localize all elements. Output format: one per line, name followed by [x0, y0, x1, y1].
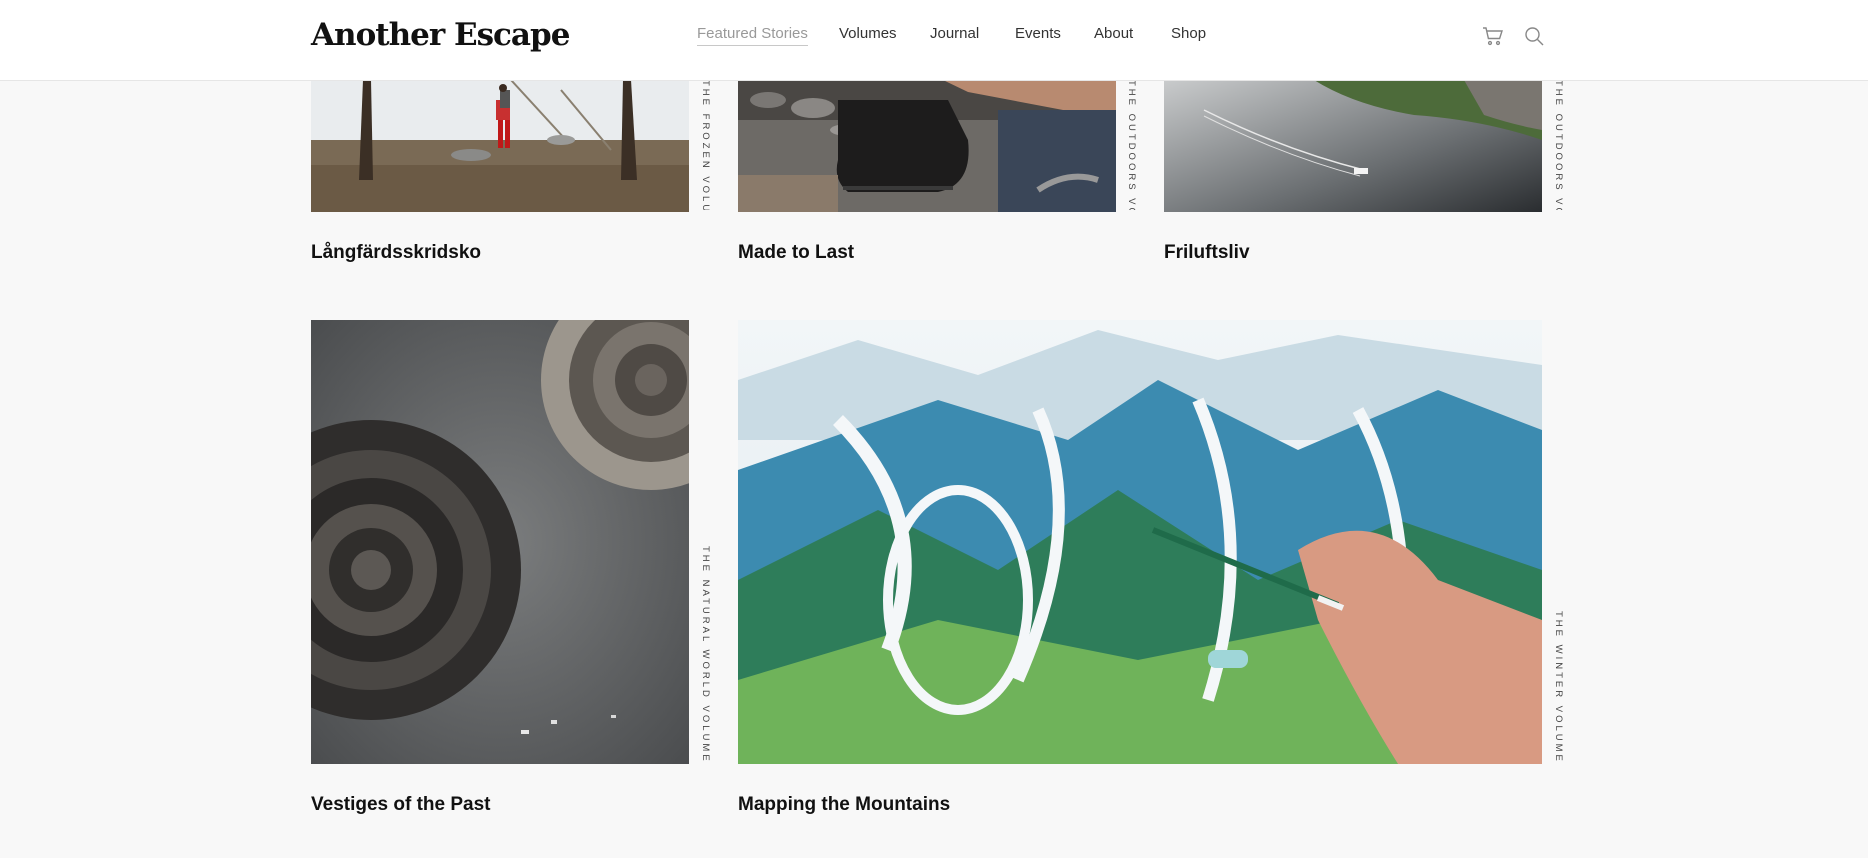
- story-volume-label: THE WINTER VOLUME: [1553, 611, 1564, 764]
- nav-about[interactable]: About: [1094, 25, 1133, 42]
- nav-shop[interactable]: Shop: [1171, 25, 1206, 42]
- story-volume-label: THE FROZEN VOLUME: [700, 80, 711, 210]
- nav-featured-stories[interactable]: Featured Stories: [697, 25, 808, 46]
- search-icon[interactable]: [1522, 24, 1546, 48]
- story-title-vestiges-of-the-past[interactable]: Vestiges of the Past: [311, 794, 491, 816]
- story-title-langfardsskridsko[interactable]: Långfärdsskridsko: [311, 242, 481, 264]
- story-title-made-to-last[interactable]: Made to Last: [738, 242, 854, 264]
- story-image-mapping-the-mountains[interactable]: [738, 320, 1542, 764]
- story-volume-label: THE NATURAL WORLD VOLUME: [700, 546, 711, 764]
- story-image-friluftsliv[interactable]: [1164, 80, 1542, 212]
- cart-icon[interactable]: [1481, 24, 1505, 48]
- story-image-vestiges-of-the-past[interactable]: [311, 320, 689, 764]
- nav-volumes[interactable]: Volumes: [839, 25, 897, 42]
- story-volume-label: THE OUTDOORS VOLUME: [1126, 80, 1137, 210]
- story-volume-label: THE OUTDOORS VOLUME: [1553, 80, 1564, 210]
- site-logo[interactable]: Another Escape: [311, 17, 570, 53]
- story-image-made-to-last[interactable]: [738, 80, 1116, 212]
- nav-journal[interactable]: Journal: [930, 25, 979, 42]
- story-title-mapping-the-mountains[interactable]: Mapping the Mountains: [738, 794, 950, 816]
- story-image-langfardsskridsko[interactable]: [311, 80, 689, 212]
- nav-events[interactable]: Events: [1015, 25, 1061, 42]
- story-title-friluftsliv[interactable]: Friluftsliv: [1164, 242, 1250, 264]
- page: Another Escape Featured Stories Volumes …: [0, 0, 1868, 858]
- site-header: Another Escape Featured Stories Volumes …: [0, 0, 1868, 81]
